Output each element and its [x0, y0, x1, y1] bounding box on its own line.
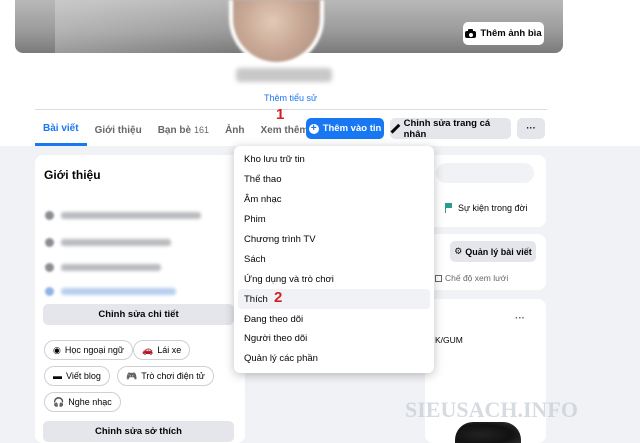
menu-item-following[interactable]: Đang theo dõi	[238, 309, 430, 329]
divider	[35, 109, 547, 110]
profile-name	[236, 68, 332, 82]
intro-row	[45, 261, 161, 273]
laptop-icon: ▬	[53, 371, 62, 381]
intro-card: Giới thiệu Chỉnh sửa chi tiết ◉ Học ngoại…	[35, 155, 245, 443]
grid-view-button[interactable]: Chế độ xem lưới	[435, 273, 508, 283]
flag-icon	[445, 203, 454, 213]
edit-profile-button[interactable]: Chỉnh sửa trang cá nhân	[390, 118, 511, 140]
create-post-input[interactable]	[436, 163, 534, 183]
annotation-marker-1: 1	[276, 106, 285, 123]
add-cover-photo-label: Thêm ảnh bìa	[480, 28, 542, 39]
menu-item-story-archive[interactable]: Kho lưu trữ tin	[238, 150, 430, 170]
hobby-chip[interactable]: ◉ Học ngoại ngữ	[44, 340, 133, 360]
intro-row	[45, 236, 171, 248]
plus-icon: +	[308, 123, 319, 134]
menu-item-apps-games[interactable]: Ứng dụng và trò chơi	[238, 269, 430, 289]
menu-item-tv-shows[interactable]: Chương trình TV	[238, 230, 430, 250]
menu-item-followers[interactable]: Người theo dõi	[238, 329, 430, 349]
menu-item-sports[interactable]: Thể thao	[238, 170, 430, 190]
tab-posts[interactable]: Bài viết	[35, 114, 87, 146]
add-cover-photo-button[interactable]: Thêm ảnh bìa	[463, 22, 544, 45]
edit-hobbies-button[interactable]: Chỉnh sửa sở thích	[43, 421, 234, 442]
tab-photos[interactable]: Ảnh	[217, 114, 252, 146]
menu-item-movies[interactable]: Phim	[238, 210, 430, 230]
camera-icon	[465, 29, 477, 38]
grid-icon	[435, 274, 442, 282]
pencil-icon	[390, 124, 400, 134]
manage-posts-button[interactable]: ⚙ Quản lý bài viết	[450, 241, 536, 262]
avatar[interactable]	[229, 0, 324, 66]
tab-friends[interactable]: Bạn bè 161	[150, 114, 217, 146]
more-options-button[interactable]: ···	[517, 118, 545, 139]
gear-icon: ⚙	[454, 246, 463, 256]
friends-count: 161	[194, 125, 210, 135]
hobby-chip[interactable]: ▬ Viết blog	[44, 366, 110, 386]
intro-row	[45, 285, 176, 297]
menu-item-manage-sections[interactable]: Quản lý các phần	[238, 349, 430, 369]
post-menu-button[interactable]: ···	[515, 313, 525, 324]
add-to-story-button[interactable]: + Thêm vào tin	[306, 118, 384, 139]
edit-details-button[interactable]: Chỉnh sửa chi tiết	[43, 304, 234, 325]
menu-item-books[interactable]: Sách	[238, 249, 430, 269]
add-bio-link[interactable]: Thêm tiểu sử	[264, 93, 317, 103]
profile-header: Thêm ảnh bìa Thêm tiểu sử Bài viết Giới …	[0, 0, 640, 146]
post-image[interactable]	[455, 422, 521, 443]
life-event-button[interactable]: Sự kiện trong đời	[445, 203, 527, 213]
menu-item-likes[interactable]: Thích	[238, 289, 430, 310]
hobby-chip[interactable]: 🎮 Trò chơi điện tử	[117, 366, 214, 386]
menu-item-music[interactable]: Âm nhạc	[238, 190, 430, 210]
more-dropdown-menu: Kho lưu trữ tin Thể thao Âm nhạc Phim Ch…	[234, 146, 434, 373]
intro-row	[45, 209, 201, 221]
annotation-marker-2: 2	[274, 289, 283, 306]
hobby-chip[interactable]: 🎧 Nghe nhạc	[44, 392, 121, 412]
headphones-icon: 🎧	[53, 396, 65, 407]
intro-title: Giới thiệu	[44, 168, 101, 182]
post-text: K/GUM	[435, 335, 463, 345]
language-icon: ◉	[53, 344, 61, 355]
watermark: SIEUSACH.INFO	[405, 397, 578, 422]
gamepad-icon: 🎮	[126, 370, 138, 381]
hobby-chip[interactable]: 🚗 Lái xe	[133, 340, 191, 360]
car-icon: 🚗	[142, 344, 154, 355]
tab-about[interactable]: Giới thiệu	[87, 114, 150, 146]
